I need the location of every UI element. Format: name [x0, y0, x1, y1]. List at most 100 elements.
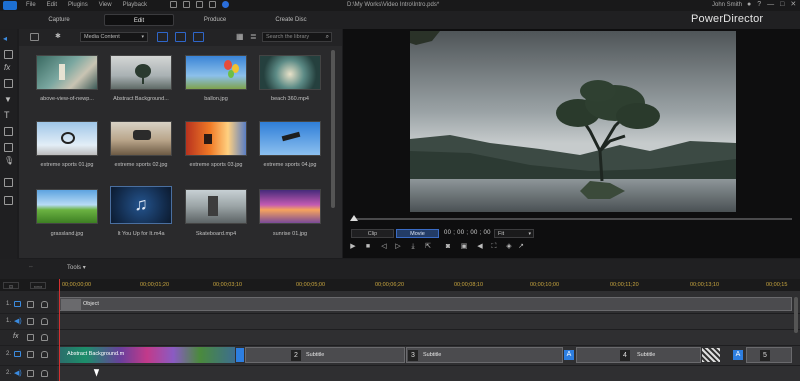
snapshot-icon[interactable]: ◙: [444, 243, 452, 251]
menu-view[interactable]: View: [99, 0, 112, 11]
user-name[interactable]: John Smith: [712, 0, 742, 11]
arrange-icon[interactable]: ⇔: [28, 264, 34, 270]
timeline-clip[interactable]: 3 Subtitle: [406, 347, 563, 363]
lock-icon[interactable]: [41, 370, 48, 377]
track-manager-button[interactable]: ⊡: [3, 282, 19, 289]
menu-playback[interactable]: Playback: [123, 0, 147, 11]
transition-icon[interactable]: A: [733, 350, 743, 360]
media-thumbnail[interactable]: ♫: [110, 186, 172, 224]
timeline-clip[interactable]: 2 Subtitle: [245, 347, 405, 363]
mode-edit[interactable]: Edit: [104, 14, 174, 26]
pip-room-icon[interactable]: [4, 79, 13, 88]
media-room-icon[interactable]: [4, 50, 13, 59]
track-enable-checkbox[interactable]: [27, 301, 34, 308]
image-filter-button[interactable]: [175, 32, 186, 42]
title-room-icon[interactable]: T: [4, 110, 10, 120]
audio-filter-button[interactable]: [193, 32, 204, 42]
maximize-button[interactable]: □: [780, 1, 784, 9]
media-thumbnail[interactable]: [259, 189, 321, 224]
chapter-room-icon[interactable]: [4, 178, 13, 187]
media-thumbnail[interactable]: [36, 121, 98, 156]
media-thumbnail[interactable]: [185, 55, 247, 90]
play-icon[interactable]: ▶: [349, 243, 357, 251]
media-thumbnail[interactable]: [36, 55, 98, 90]
track-enable-checkbox[interactable]: [27, 351, 34, 358]
powerdirector-logo-icon: [3, 1, 17, 10]
lock-icon[interactable]: [41, 334, 48, 341]
previous-frame-icon[interactable]: ◁: [380, 243, 388, 251]
media-thumbnail[interactable]: [185, 121, 247, 156]
preview-timecode[interactable]: 00 ; 00 ; 00 ; 00: [444, 229, 491, 238]
external-preview-icon[interactable]: ↗: [517, 243, 525, 251]
mode-produce[interactable]: Produce: [180, 14, 250, 26]
particle-room-icon[interactable]: ▼: [4, 95, 12, 104]
minimize-button[interactable]: —: [767, 1, 774, 9]
menu-edit[interactable]: Edit: [47, 0, 57, 11]
director-zone-icon[interactable]: [222, 1, 229, 8]
playhead[interactable]: [59, 279, 60, 381]
fit-dropdown[interactable]: Fit ▾: [494, 229, 534, 238]
media-thumbnail[interactable]: [110, 55, 172, 90]
fit-timeline-button[interactable]: ▭▭: [30, 282, 46, 289]
library-search-input[interactable]: Search the library ⌕: [262, 32, 332, 42]
audio-mixing-room-icon[interactable]: [4, 143, 13, 152]
voice-over-room-icon[interactable]: 🎙: [4, 156, 14, 165]
transition-marker[interactable]: [702, 348, 720, 362]
undock-icon[interactable]: ▣: [460, 243, 468, 251]
media-thumbnail[interactable]: [259, 121, 321, 156]
media-thumbnail[interactable]: [259, 55, 321, 90]
transition-room-icon[interactable]: [4, 127, 13, 136]
preview-scrub-bar[interactable]: [352, 218, 792, 220]
close-button[interactable]: ✕: [790, 1, 796, 9]
fx-room-icon[interactable]: fx: [4, 63, 10, 72]
timeline-clip[interactable]: 4 Subtitle: [576, 347, 701, 363]
tools-menu[interactable]: Tools ▾: [67, 264, 86, 273]
track-enable-checkbox[interactable]: [27, 370, 34, 377]
media-thumbnail[interactable]: [36, 189, 98, 224]
menu-plugins[interactable]: Plugins: [68, 0, 88, 11]
menu-file[interactable]: File: [26, 0, 36, 11]
subtitle-room-icon[interactable]: [4, 196, 13, 205]
plugins-icon[interactable]: ✱: [55, 33, 64, 41]
timeline-clip[interactable]: 5: [746, 347, 792, 363]
transition-icon[interactable]: A: [564, 350, 574, 360]
3d-icon[interactable]: ◈: [505, 243, 513, 251]
transition-marker[interactable]: [236, 348, 244, 362]
settings-icon[interactable]: [209, 1, 216, 8]
media-thumbnail[interactable]: [110, 121, 172, 156]
help-button[interactable]: ?: [757, 1, 761, 9]
undo-icon[interactable]: [183, 1, 190, 8]
save-icon[interactable]: [170, 1, 177, 8]
timeline-scrollbar[interactable]: [794, 297, 798, 333]
mode-capture[interactable]: Capture: [24, 14, 94, 26]
stop-icon[interactable]: ■: [364, 243, 372, 251]
fullscreen-icon[interactable]: ⛶: [490, 243, 498, 251]
mark-in-icon[interactable]: ⤓: [409, 243, 417, 251]
lock-icon[interactable]: [41, 351, 48, 358]
timeline-clip[interactable]: Object: [59, 297, 792, 311]
media-thumbnail[interactable]: [185, 189, 247, 224]
mark-out-icon[interactable]: ⇱: [424, 243, 432, 251]
user-avatar-icon[interactable]: ●: [747, 1, 751, 9]
track-enable-checkbox[interactable]: [27, 334, 34, 341]
mode-create-disc[interactable]: Create Disc: [256, 14, 326, 26]
lock-icon[interactable]: [41, 301, 48, 308]
volume-icon[interactable]: ◀: [476, 243, 484, 251]
import-media-icon[interactable]: [30, 33, 39, 41]
track-enable-checkbox[interactable]: [27, 318, 34, 325]
library-scrollbar[interactable]: [331, 50, 335, 208]
sort-icon[interactable]: ≣: [250, 32, 257, 41]
track-number: 1.: [6, 318, 12, 324]
tab-clip[interactable]: Clip: [351, 229, 394, 238]
tab-movie[interactable]: Movie: [396, 229, 439, 238]
redo-icon[interactable]: [196, 1, 203, 8]
scrub-handle-icon[interactable]: [350, 215, 358, 221]
timeline-clip[interactable]: Abstract Background.m: [59, 347, 235, 363]
next-frame-icon[interactable]: ▷: [394, 243, 402, 251]
lock-icon[interactable]: [41, 318, 48, 325]
media-content-dropdown[interactable]: Media Content ▾: [80, 32, 148, 42]
video-filter-button[interactable]: [157, 32, 168, 42]
collapse-icon[interactable]: ◂: [3, 34, 7, 43]
fx-track-icon: fx: [13, 333, 19, 340]
grid-view-icon[interactable]: ▦: [236, 32, 244, 41]
